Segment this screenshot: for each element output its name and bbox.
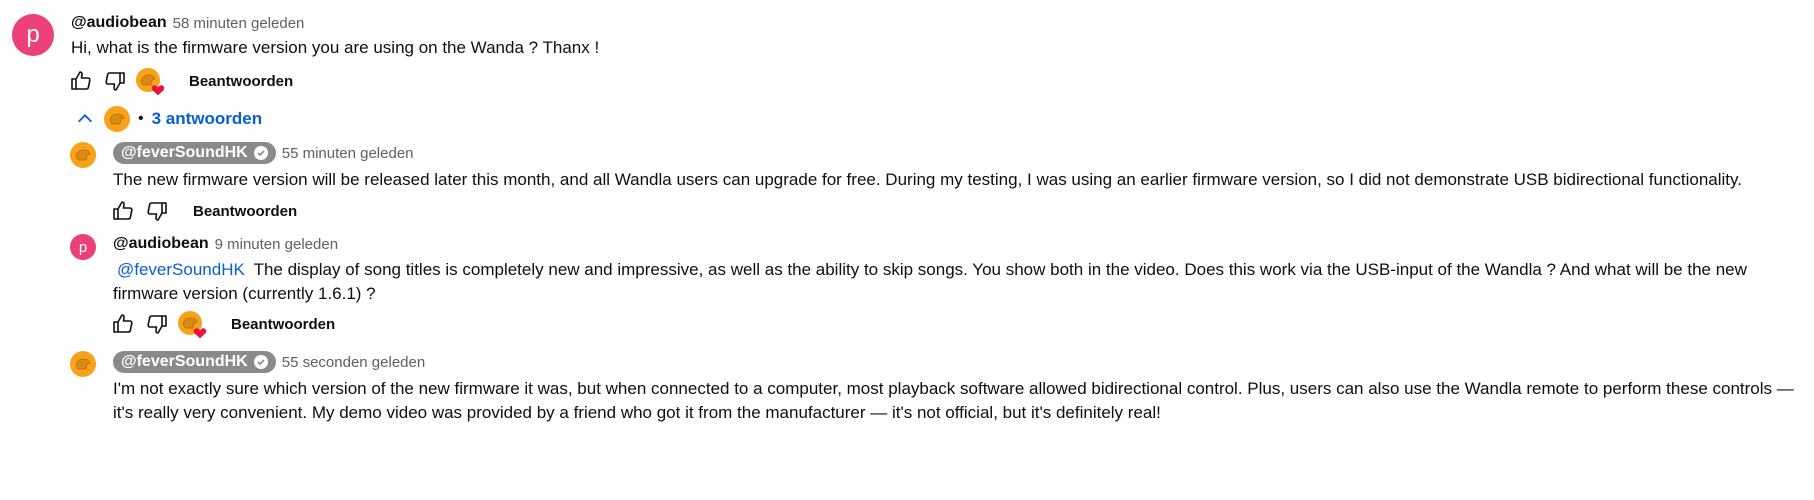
comment-actions: Beantwoorden — [109, 309, 369, 339]
author-handle: @feverSoundHK — [121, 353, 248, 370]
comment-actions: Beantwoorden — [67, 66, 327, 96]
creator-handle-chip[interactable]: @feverSoundHK — [113, 142, 276, 164]
chevron-up-icon — [77, 114, 93, 123]
dog-icon — [75, 358, 91, 370]
avatar[interactable] — [70, 351, 96, 377]
reply-button[interactable]: Beantwoorden — [189, 73, 293, 90]
author-handle[interactable]: @audiobean — [71, 14, 167, 32]
avatar[interactable]: p — [12, 14, 54, 56]
comment-header: @audiobean 9 minuten geleden — [113, 235, 338, 253]
creator-heart — [178, 311, 207, 339]
thumb-up-icon — [113, 201, 133, 220]
thumb-up-icon — [113, 314, 133, 333]
reply-button[interactable]: Beantwoorden — [193, 203, 297, 220]
timestamp[interactable]: 55 minuten geleden — [282, 145, 414, 162]
avatar[interactable] — [70, 142, 96, 168]
separator-dot: • — [138, 110, 144, 127]
heart-icon — [193, 328, 207, 339]
mention-link[interactable]: @feverSoundHK — [117, 260, 245, 279]
like-button[interactable] — [67, 67, 95, 95]
comment-header: @feverSoundHK 55 minuten geleden — [113, 142, 414, 164]
timestamp[interactable]: 58 minuten geleden — [173, 15, 305, 32]
reply-button[interactable]: Beantwoorden — [231, 316, 335, 333]
comment-text: I'm not exactly sure which version of th… — [113, 379, 1794, 422]
author-handle[interactable]: @audiobean — [113, 235, 209, 253]
dog-icon — [75, 149, 91, 161]
thumb-down-icon — [105, 72, 125, 91]
heart-icon — [151, 85, 165, 96]
comment-body: The display of song titles is completely… — [113, 260, 1747, 303]
avatar-letter: p — [26, 21, 40, 48]
comment-text: @feverSoundHK The display of song titles… — [113, 258, 1803, 306]
dog-icon — [109, 113, 125, 125]
timestamp[interactable]: 9 minuten geleden — [215, 236, 338, 253]
creator-heart — [136, 68, 165, 96]
dislike-button[interactable] — [101, 67, 129, 95]
like-button[interactable] — [109, 310, 137, 338]
verified-check-icon — [253, 146, 268, 160]
thumb-up-icon — [71, 71, 91, 90]
author-handle: @feverSoundHK — [121, 144, 248, 161]
avatar-letter: p — [78, 238, 88, 256]
comment-text: Hi, what is the firmware version you are… — [71, 38, 600, 57]
comment-header: @feverSoundHK 55 seconden geleden — [113, 351, 425, 373]
dislike-button[interactable] — [143, 197, 171, 225]
creator-avatar — [104, 106, 130, 132]
thumb-down-icon — [147, 202, 167, 221]
avatar[interactable]: p — [70, 234, 96, 260]
replies-count-link[interactable]: 3 antwoorden — [152, 109, 263, 129]
like-button[interactable] — [109, 197, 137, 225]
comment-header: @audiobean 58 minuten geleden — [71, 14, 304, 32]
thumb-down-icon — [147, 315, 167, 334]
replies-toggle[interactable]: • 3 antwoorden — [74, 106, 262, 132]
comment-text: The new firmware version will be release… — [113, 170, 1742, 189]
creator-handle-chip[interactable]: @feverSoundHK — [113, 351, 276, 373]
verified-check-icon — [253, 355, 268, 369]
comment-actions: Beantwoorden — [109, 196, 329, 226]
dislike-button[interactable] — [143, 310, 171, 338]
timestamp[interactable]: 55 seconden geleden — [282, 354, 425, 371]
